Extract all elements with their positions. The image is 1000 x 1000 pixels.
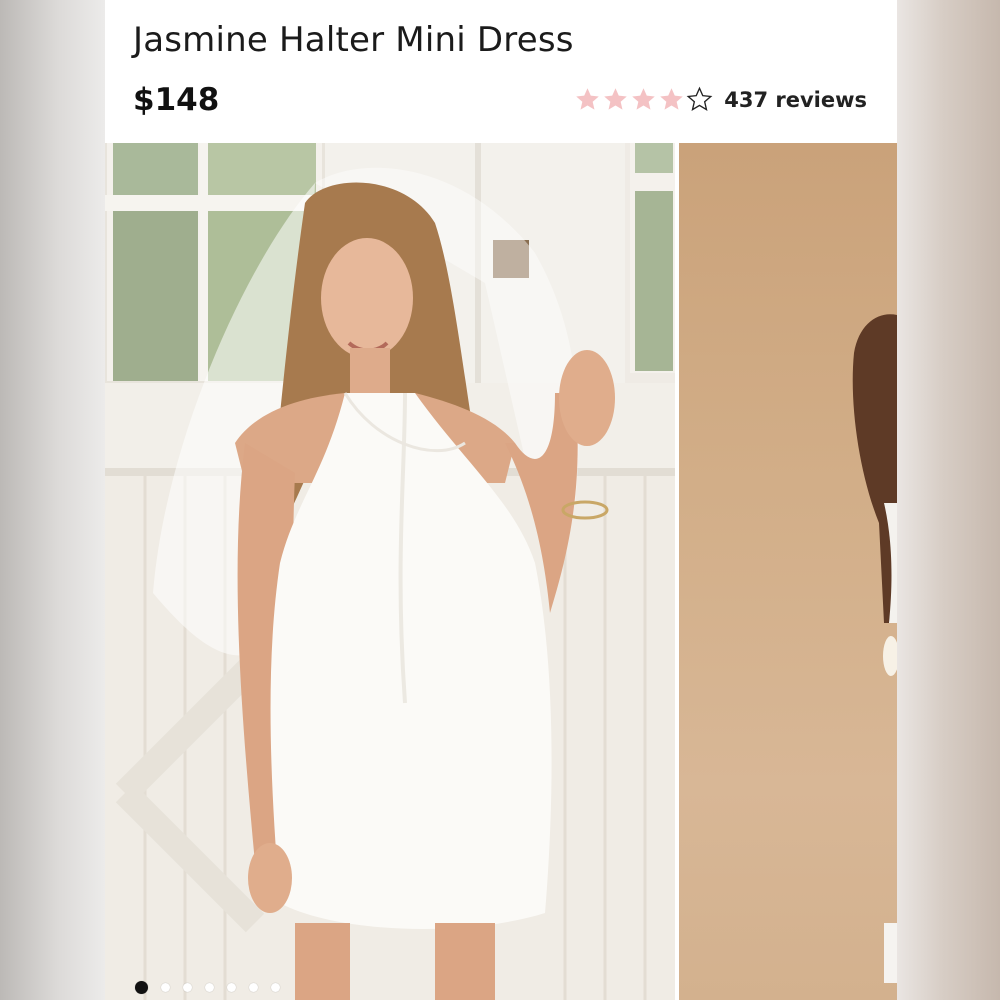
reviews-link[interactable]: 437 reviews: [724, 88, 867, 112]
product-photo-next[interactable]: [679, 143, 897, 1000]
star-filled-icon: [660, 88, 683, 110]
star-filled-icon: [632, 88, 655, 110]
carousel-indicators[interactable]: [135, 981, 293, 994]
carousel-dot[interactable]: [249, 983, 258, 992]
carousel-dot[interactable]: [183, 983, 192, 992]
star-empty-icon: [686, 86, 713, 112]
product-image-carousel[interactable]: [105, 143, 897, 1000]
star-filled-icon: [604, 88, 627, 110]
rating-summary[interactable]: 437 reviews: [574, 86, 867, 113]
backdrop-right: [896, 0, 1000, 1000]
carousel-dot[interactable]: [161, 983, 170, 992]
product-header: Jasmine Halter Mini Dress $148 437 revie…: [105, 0, 897, 143]
product-title: Jasmine Halter Mini Dress: [133, 20, 574, 60]
product-photo-main[interactable]: [105, 143, 675, 1000]
star-filled-icon: [576, 88, 599, 110]
carousel-dot-active[interactable]: [135, 981, 148, 994]
backdrop-left: [0, 0, 105, 1000]
carousel-dot[interactable]: [227, 983, 236, 992]
product-screen: Jasmine Halter Mini Dress $148 437 revie…: [105, 0, 897, 1000]
model-studio-image: [852, 314, 897, 983]
product-price: $148: [133, 82, 220, 118]
carousel-dot[interactable]: [271, 983, 280, 992]
carousel-dot[interactable]: [205, 983, 214, 992]
model-in-white-dress-image: [105, 143, 675, 1000]
star-rating: [574, 86, 714, 113]
